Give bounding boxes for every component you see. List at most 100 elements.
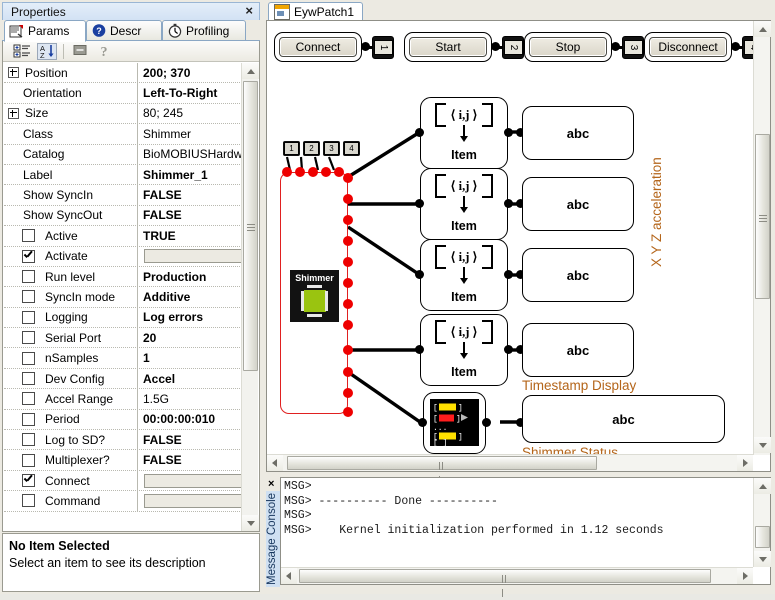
shimmer-port[interactable] [282,167,292,177]
shimmer-port[interactable] [343,388,353,398]
item-node-3-out-port[interactable] [504,270,513,279]
item-node-1-in-port[interactable] [415,128,424,137]
property-value[interactable]: Accel [138,369,242,388]
property-value[interactable]: Left-To-Right [138,83,242,102]
shimmer-port[interactable] [343,407,353,417]
property-rows[interactable]: Position 200; 370 Orientation Left-To-Ri… [4,63,242,531]
property-checkbox[interactable] [22,453,35,467]
item-node-4-out-port[interactable] [504,345,513,354]
property-checkbox[interactable] [22,351,35,365]
property-value[interactable]: 20 [138,328,242,347]
shimmer-port[interactable] [343,236,353,246]
item-node-2-out-port[interactable] [504,199,513,208]
property-checkbox[interactable] [22,290,35,304]
shimmer-port-tag-4[interactable]: 4 [343,141,360,156]
table-row[interactable]: Command [4,491,242,512]
tab-descr[interactable]: ? Descr [86,20,162,41]
table-row[interactable]: Period 00:00:00:010 [4,409,242,431]
canvas-scroll-left-button[interactable] [267,455,283,471]
shimmer-port-tag-1[interactable]: 1 [283,141,300,156]
table-row[interactable]: Logging Log errors [4,307,242,329]
expander-icon[interactable] [8,67,19,79]
property-checkbox[interactable] [22,249,35,263]
table-row[interactable]: Dev Config Accel [4,368,242,390]
activate-action-button[interactable] [144,249,242,264]
item-node-3-in-port[interactable] [415,270,424,279]
item-node-1[interactable]: ⟨ i,j ⟩ Item [420,97,508,169]
property-checkbox[interactable] [22,372,35,386]
connect-button[interactable]: Connect [279,37,357,57]
shimmer-port[interactable] [343,345,353,355]
table-row[interactable]: Serial Port 20 [4,328,242,349]
close-icon[interactable]: × [268,478,274,490]
property-checkbox[interactable] [22,310,35,324]
disconnect-button[interactable]: Disconnect [649,37,727,57]
stop-button[interactable]: Stop [529,37,607,57]
start-tag-box[interactable]: 2 [502,36,524,59]
shimmer-port-tag-3[interactable]: 3 [323,141,340,156]
shimmer-port[interactable] [343,367,353,377]
property-value[interactable]: 1 [138,348,242,367]
property-value[interactable]: 00:00:00:010 [138,410,242,429]
table-row[interactable]: Show SyncOut FALSE [4,205,242,227]
console-scroll-right-button[interactable] [737,568,753,584]
table-row[interactable]: Run level Production [4,266,242,288]
tab-params[interactable]: Params [4,20,86,42]
table-row[interactable]: Catalog BioMOBIUSHardw. [4,144,242,165]
display-node-3[interactable]: abc [522,248,634,302]
item-node-4-in-port[interactable] [415,345,424,354]
property-value[interactable]: 200; 370 [138,63,242,82]
canvas-scrollbar-thumb[interactable] [755,134,770,299]
property-value[interactable]: BioMOBIUSHardw. [138,145,242,164]
table-row[interactable]: Activate [4,246,242,267]
property-value[interactable]: FALSE [138,450,242,469]
table-row[interactable]: Size 80; 245 [4,103,242,125]
property-value[interactable]: 1.5G [138,389,242,408]
shimmer-port[interactable] [295,167,305,177]
shimmer-port[interactable] [343,215,353,225]
command-action-button[interactable] [144,493,242,508]
shimmer-port[interactable] [321,167,331,177]
message-console-tab[interactable]: Message Console [266,491,280,587]
property-checkbox[interactable] [22,331,35,345]
shimmer-port[interactable] [343,278,353,288]
property-value[interactable]: Log errors [138,308,242,327]
categorize-button[interactable] [13,43,33,60]
tab-profiling[interactable]: Profiling [162,20,246,41]
property-pages-button[interactable] [71,43,91,60]
property-value[interactable]: 80; 245 [138,104,242,123]
start-button[interactable]: Start [409,37,487,57]
shimmer-port[interactable] [343,257,353,267]
console-scroll-up-button[interactable] [754,478,771,494]
display-node-2[interactable]: abc [522,177,634,231]
display-node-4[interactable]: abc [522,323,634,377]
property-grid-scrollbar[interactable] [241,63,259,531]
item-node-2[interactable]: ⟨ i,j ⟩ Item [420,168,508,240]
table-row[interactable]: SyncIn mode Additive [4,287,242,308]
property-value[interactable]: Shimmer_1 [138,165,242,184]
canvas-horizontal-scrollbar[interactable] [267,454,753,484]
display-node-5[interactable]: abc [522,395,725,443]
scroll-up-button[interactable] [242,63,259,79]
shimmer-status-node[interactable]: [ ] [ ] ... [ ] [ ] [423,392,486,454]
help-button[interactable]: ? [95,43,115,60]
console-scroll-down-button[interactable] [754,551,771,567]
item-node-2-in-port[interactable] [415,199,424,208]
property-checkbox[interactable] [22,474,35,487]
property-value[interactable]: FALSE [138,185,242,204]
shimmer-port[interactable] [343,320,353,330]
display-node-1[interactable]: abc [522,106,634,160]
table-row[interactable]: Class Shimmer [4,124,242,145]
property-checkbox[interactable] [22,229,35,243]
scroll-down-button[interactable] [242,515,259,531]
table-row[interactable]: Accel Range 1.5G [4,389,242,410]
tab-eywpatch1[interactable]: EywPatch1 [268,2,364,21]
canvas-scroll-up-button[interactable] [754,21,771,37]
table-row[interactable]: Orientation Left-To-Right [4,83,242,104]
table-row[interactable]: Active TRUE [4,226,242,247]
stop-tag-box[interactable]: 3 [622,36,644,59]
item-node-1-out-port[interactable] [504,128,513,137]
canvas-vertical-scrollbar[interactable] [753,21,771,455]
property-value[interactable]: FALSE [138,206,242,225]
property-value[interactable]: TRUE [138,226,242,245]
